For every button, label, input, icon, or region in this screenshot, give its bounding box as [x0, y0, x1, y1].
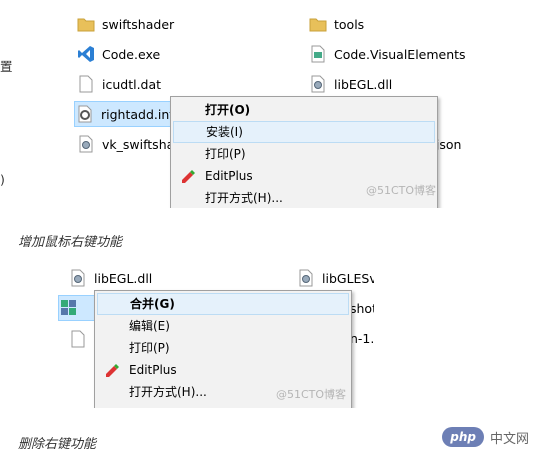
dll-gear-icon — [299, 269, 313, 287]
editplus-icon — [106, 364, 119, 377]
file-name: icudtl.dat — [102, 76, 162, 92]
file-name: shot — [350, 300, 374, 316]
menu-item-edit[interactable]: 编辑(E) — [97, 315, 349, 337]
site-badge: php 中文网 — [442, 427, 529, 447]
file-name: libGLESv2 — [322, 270, 374, 286]
file-name: swiftshader — [102, 16, 175, 32]
menu-item-install[interactable]: 安装(I) — [173, 121, 435, 143]
file-name: libEGL.dll — [94, 270, 153, 286]
folder-icon — [77, 18, 95, 32]
watermark: @51CTO博客 — [276, 388, 347, 401]
file-visualelements[interactable]: Code.VisualElementsMa — [308, 42, 466, 66]
file-icudtl[interactable]: icudtl.dat — [76, 72, 161, 96]
vscode-icon — [78, 46, 94, 62]
nav-pane-fragment: ) — [0, 172, 5, 187]
file-libegl[interactable]: libEGL.dll — [68, 266, 152, 290]
blank-file-icon — [79, 75, 93, 93]
dll-gear-icon — [79, 135, 93, 153]
caption-remove-feature: 删除右键功能 — [18, 437, 97, 452]
editplus-icon — [182, 170, 195, 183]
screenshot-remove-context-menu: libEGL.dll libGLESv2 shot n-1.c 合并(G) 编辑… — [18, 262, 374, 408]
file-libegl[interactable]: libEGL.dll — [308, 72, 392, 96]
menu-item-merge[interactable]: 合并(G) — [97, 293, 349, 315]
site-name: 中文网 — [489, 431, 529, 447]
file-blank[interactable] — [68, 327, 94, 351]
caption-add-feature: 增加鼠标右键功能 — [18, 235, 123, 250]
file-name: n-1.c — [350, 330, 374, 346]
php-logo: php — [442, 427, 484, 447]
file-n1[interactable]: n-1.c — [350, 326, 374, 350]
dll-gear-icon — [311, 75, 325, 93]
screenshot-add-context-menu: 置 ) swiftshader Code.exe icudtl.dat righ… — [0, 0, 466, 208]
file-swiftshader[interactable]: swiftshader — [76, 12, 174, 36]
menu-item-print[interactable]: 打印(P) — [97, 337, 349, 359]
watermark: @51CTO博客 — [366, 184, 437, 197]
file-libglesv2[interactable]: libGLESv2 — [296, 266, 374, 290]
nav-pane-fragment: 置 — [0, 59, 13, 74]
folder-icon — [309, 18, 327, 32]
file-tools[interactable]: tools — [308, 12, 364, 36]
inf-gear-icon — [78, 105, 92, 123]
file-code-exe[interactable]: Code.exe — [76, 42, 160, 66]
file-shot[interactable]: shot — [350, 296, 374, 320]
file-name: Code.VisualElementsMa — [334, 46, 466, 62]
file-name: Code.exe — [102, 46, 161, 62]
blank-file-icon — [71, 330, 85, 348]
dll-gear-icon — [71, 269, 85, 287]
menu-item-print[interactable]: 打印(P) — [173, 143, 435, 165]
file-rightadd-inf[interactable]: rightadd.inf — [74, 101, 174, 127]
file-name: rightadd.inf — [101, 106, 174, 122]
file-name: tools — [334, 16, 365, 32]
registry-file-icon — [61, 300, 76, 315]
xml-file-icon — [311, 45, 325, 63]
menu-item-open[interactable]: 打开(O) — [173, 99, 435, 121]
file-name: libEGL.dll — [334, 76, 393, 92]
menu-item-editplus[interactable]: EditPlus — [97, 359, 349, 381]
